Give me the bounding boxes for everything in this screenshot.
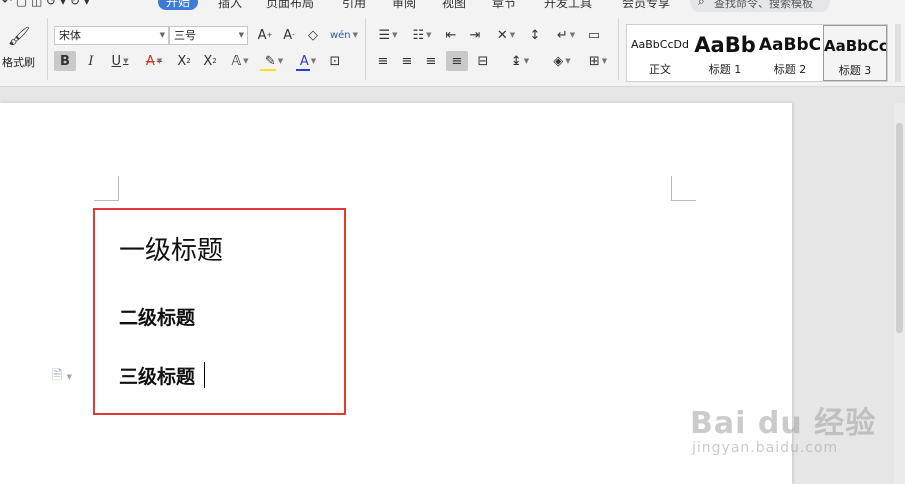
styles-gallery: AaBbCcDd 正文 AaBb 标题 1 AaBbC 标题 2 AaBbCc … — [626, 24, 888, 82]
paragraph-handle-icon[interactable]: 🗎 ▼ — [52, 366, 72, 388]
font-color-button[interactable]: A ▼ — [294, 51, 322, 71]
margin-corner-right — [671, 176, 696, 201]
sort-icon[interactable]: ↕ — [526, 25, 544, 45]
style-label: 标题 2 — [773, 63, 807, 76]
style-label: 正文 — [649, 63, 671, 76]
tab-member[interactable]: 会员专享 — [622, 0, 670, 11]
vertical-scrollbar[interactable] — [894, 103, 905, 484]
style-preview: AaBbCc — [824, 37, 887, 55]
margin-corner-left — [94, 176, 119, 201]
text-cursor — [204, 362, 205, 388]
chevron-down-icon: ▼ — [238, 31, 244, 39]
increase-indent-icon[interactable]: ⇥ — [466, 25, 484, 45]
strikethrough-button[interactable]: A ▼ — [140, 51, 168, 71]
shading-icon[interactable]: ◈ ▼ — [548, 51, 576, 71]
justify-button[interactable]: ≡ — [446, 51, 468, 71]
style-preview: AaBbCcDd — [631, 38, 689, 51]
font-name-select[interactable]: 宋体 ▼ — [54, 26, 169, 45]
font-name-value: 宋体 — [59, 29, 81, 42]
font-size-select[interactable]: 三号 ▼ — [169, 26, 248, 45]
distributed-align-button[interactable]: ⊟ — [474, 51, 492, 71]
tab-view[interactable]: 视图 — [442, 0, 466, 11]
style-heading-1[interactable]: AaBb 标题 1 — [693, 25, 757, 81]
table-ruler-icon[interactable]: ▭ — [584, 25, 604, 45]
subscript-button[interactable]: X2 — [200, 51, 220, 71]
heading-3-text[interactable]: 三级标题 — [119, 362, 195, 389]
quick-access-icons[interactable]: ↶ ▢ ◫ ↺ ▾ ↻ ▾ — [2, 0, 90, 8]
style-preview: AaBbC — [758, 35, 822, 55]
format-painter-label[interactable]: 格式刷 — [2, 54, 35, 70]
clear-format-icon[interactable]: ◇ — [304, 25, 322, 45]
watermark-logo: Bai du 经验 jingyan.baidu.com — [690, 398, 877, 456]
underline-button[interactable]: U ▼ — [106, 51, 134, 71]
tab-home[interactable]: 开始 — [158, 0, 199, 10]
style-heading-3[interactable]: AaBbCc 标题 3 — [823, 25, 887, 81]
align-center-button[interactable]: ≡ — [398, 51, 416, 71]
ribbon-toolbar: 🖌 格式刷 宋体 ▼ 三号 ▼ A + A- ◇ wén ▼ B I U ▼ A ▼ X… — [0, 12, 905, 87]
search-icon: ⌕ — [698, 0, 705, 8]
italic-button[interactable]: I — [82, 51, 100, 71]
watermark-url: jingyan.baidu.com — [692, 440, 839, 456]
command-search[interactable]: ⌕ 查找命令、搜索模板 — [690, 0, 830, 12]
style-label: 标题 3 — [838, 64, 872, 77]
divider — [618, 18, 619, 80]
text-effect-button[interactable]: 𝔸 ▼ — [226, 51, 254, 71]
grow-font-icon[interactable]: A + — [256, 25, 274, 45]
line-spacing-icon[interactable]: ↨ ▼ — [506, 51, 534, 71]
tab-developer[interactable]: 开发工具 — [544, 0, 592, 11]
menu-bar: ↶ ▢ ◫ ↺ ▾ ↻ ▾ 开始 插入 页面布局 引用 审阅 视图 章节 开发工… — [0, 0, 905, 12]
divider — [365, 18, 366, 80]
shrink-font-icon[interactable]: A- — [280, 25, 298, 45]
chinese-layout-icon[interactable]: ✕ ▼ — [492, 25, 520, 45]
bold-button[interactable]: B — [54, 51, 76, 71]
format-painter-icon[interactable]: 🖌 — [6, 24, 32, 48]
scroll-thumb[interactable] — [896, 123, 903, 333]
style-normal[interactable]: AaBbCcDd 正文 — [627, 25, 693, 81]
chevron-down-icon: ▼ — [159, 31, 165, 39]
decrease-indent-icon[interactable]: ⇤ — [442, 25, 460, 45]
tab-page-layout[interactable]: 页面布局 — [266, 0, 314, 11]
align-left-button[interactable]: ≡ — [374, 51, 392, 71]
align-right-button[interactable]: ≡ — [422, 51, 440, 71]
superscript-button[interactable]: X2 — [174, 51, 194, 71]
phonetic-guide-icon[interactable]: wén ▼ — [330, 25, 358, 45]
highlight-color-bar — [260, 69, 276, 71]
tab-chapter[interactable]: 章节 — [492, 0, 516, 11]
tab-references[interactable]: 引用 — [342, 0, 366, 11]
search-placeholder: 查找命令、搜索模板 — [714, 0, 813, 10]
heading-2-text[interactable]: 二级标题 — [119, 303, 195, 330]
borders-icon[interactable]: ⊞ ▼ — [584, 51, 612, 71]
styles-scroll[interactable] — [895, 24, 901, 82]
font-size-value: 三号 — [174, 29, 196, 42]
highlight-button[interactable]: ✎ ▼ — [258, 51, 290, 71]
style-preview: AaBb — [694, 33, 756, 57]
watermark-brand: Bai du 经验 — [690, 406, 877, 441]
heading-1-text[interactable]: 一级标题 — [119, 230, 223, 267]
style-heading-2[interactable]: AaBbC 标题 2 — [757, 25, 823, 81]
divider — [47, 18, 48, 80]
bullet-list-icon[interactable]: ☰ ▼ — [374, 25, 402, 45]
font-color-bar — [296, 69, 310, 71]
tab-review[interactable]: 审阅 — [392, 0, 416, 11]
tab-insert[interactable]: 插入 — [218, 0, 242, 11]
numbered-list-icon[interactable]: ☷ ▼ — [408, 25, 436, 45]
style-label: 标题 1 — [708, 63, 742, 76]
show-marks-icon[interactable]: ↵ ▼ — [552, 25, 580, 45]
char-border-icon[interactable]: ⊡ — [326, 51, 344, 71]
